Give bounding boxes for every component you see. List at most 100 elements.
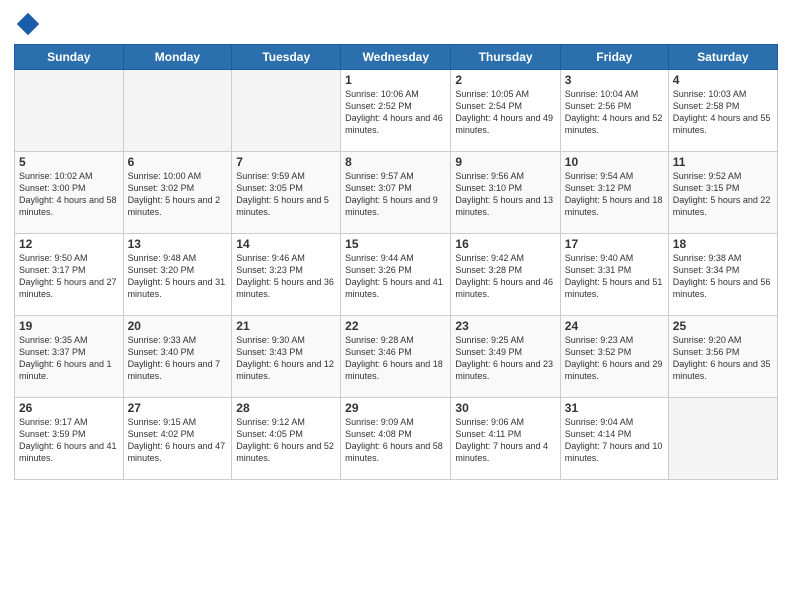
day-content: Sunrise: 9:06 AM Sunset: 4:11 PM Dayligh… xyxy=(455,416,555,465)
calendar-cell: 31Sunrise: 9:04 AM Sunset: 4:14 PM Dayli… xyxy=(560,398,668,480)
day-content: Sunrise: 9:04 AM Sunset: 4:14 PM Dayligh… xyxy=(565,416,664,465)
day-number: 11 xyxy=(673,155,773,169)
day-content: Sunrise: 9:28 AM Sunset: 3:46 PM Dayligh… xyxy=(345,334,446,383)
day-number: 27 xyxy=(128,401,228,415)
day-number: 20 xyxy=(128,319,228,333)
day-content: Sunrise: 9:54 AM Sunset: 3:12 PM Dayligh… xyxy=(565,170,664,219)
calendar-cell: 8Sunrise: 9:57 AM Sunset: 3:07 PM Daylig… xyxy=(341,152,451,234)
calendar-cell: 3Sunrise: 10:04 AM Sunset: 2:56 PM Dayli… xyxy=(560,70,668,152)
day-number: 13 xyxy=(128,237,228,251)
day-content: Sunrise: 9:59 AM Sunset: 3:05 PM Dayligh… xyxy=(236,170,336,219)
calendar-week-row: 5Sunrise: 10:02 AM Sunset: 3:00 PM Dayli… xyxy=(15,152,778,234)
day-number: 22 xyxy=(345,319,446,333)
day-number: 28 xyxy=(236,401,336,415)
calendar-cell: 28Sunrise: 9:12 AM Sunset: 4:05 PM Dayli… xyxy=(232,398,341,480)
calendar-header-row: SundayMondayTuesdayWednesdayThursdayFrid… xyxy=(15,45,778,70)
calendar-cell: 16Sunrise: 9:42 AM Sunset: 3:28 PM Dayli… xyxy=(451,234,560,316)
calendar-cell: 10Sunrise: 9:54 AM Sunset: 3:12 PM Dayli… xyxy=(560,152,668,234)
day-content: Sunrise: 9:20 AM Sunset: 3:56 PM Dayligh… xyxy=(673,334,773,383)
calendar-week-row: 1Sunrise: 10:06 AM Sunset: 2:52 PM Dayli… xyxy=(15,70,778,152)
day-number: 6 xyxy=(128,155,228,169)
day-number: 26 xyxy=(19,401,119,415)
day-content: Sunrise: 9:12 AM Sunset: 4:05 PM Dayligh… xyxy=(236,416,336,465)
day-number: 3 xyxy=(565,73,664,87)
day-content: Sunrise: 9:15 AM Sunset: 4:02 PM Dayligh… xyxy=(128,416,228,465)
day-number: 1 xyxy=(345,73,446,87)
calendar-day-header: Monday xyxy=(123,45,232,70)
calendar-cell xyxy=(15,70,124,152)
calendar-day-header: Tuesday xyxy=(232,45,341,70)
calendar-cell: 24Sunrise: 9:23 AM Sunset: 3:52 PM Dayli… xyxy=(560,316,668,398)
day-content: Sunrise: 9:25 AM Sunset: 3:49 PM Dayligh… xyxy=(455,334,555,383)
day-content: Sunrise: 9:30 AM Sunset: 3:43 PM Dayligh… xyxy=(236,334,336,383)
calendar-cell: 11Sunrise: 9:52 AM Sunset: 3:15 PM Dayli… xyxy=(668,152,777,234)
day-content: Sunrise: 9:50 AM Sunset: 3:17 PM Dayligh… xyxy=(19,252,119,301)
calendar-cell: 23Sunrise: 9:25 AM Sunset: 3:49 PM Dayli… xyxy=(451,316,560,398)
calendar-week-row: 12Sunrise: 9:50 AM Sunset: 3:17 PM Dayli… xyxy=(15,234,778,316)
page: SundayMondayTuesdayWednesdayThursdayFrid… xyxy=(0,0,792,612)
day-content: Sunrise: 10:05 AM Sunset: 2:54 PM Daylig… xyxy=(455,88,555,137)
calendar-day-header: Friday xyxy=(560,45,668,70)
day-content: Sunrise: 9:40 AM Sunset: 3:31 PM Dayligh… xyxy=(565,252,664,301)
calendar-cell: 5Sunrise: 10:02 AM Sunset: 3:00 PM Dayli… xyxy=(15,152,124,234)
calendar-cell: 7Sunrise: 9:59 AM Sunset: 3:05 PM Daylig… xyxy=(232,152,341,234)
day-number: 2 xyxy=(455,73,555,87)
calendar-cell: 6Sunrise: 10:00 AM Sunset: 3:02 PM Dayli… xyxy=(123,152,232,234)
calendar-cell: 19Sunrise: 9:35 AM Sunset: 3:37 PM Dayli… xyxy=(15,316,124,398)
day-number: 25 xyxy=(673,319,773,333)
calendar-cell: 17Sunrise: 9:40 AM Sunset: 3:31 PM Dayli… xyxy=(560,234,668,316)
day-content: Sunrise: 9:38 AM Sunset: 3:34 PM Dayligh… xyxy=(673,252,773,301)
day-content: Sunrise: 10:06 AM Sunset: 2:52 PM Daylig… xyxy=(345,88,446,137)
day-content: Sunrise: 9:56 AM Sunset: 3:10 PM Dayligh… xyxy=(455,170,555,219)
day-content: Sunrise: 9:17 AM Sunset: 3:59 PM Dayligh… xyxy=(19,416,119,465)
day-number: 16 xyxy=(455,237,555,251)
day-number: 30 xyxy=(455,401,555,415)
calendar-cell: 1Sunrise: 10:06 AM Sunset: 2:52 PM Dayli… xyxy=(341,70,451,152)
calendar-cell: 21Sunrise: 9:30 AM Sunset: 3:43 PM Dayli… xyxy=(232,316,341,398)
calendar-day-header: Sunday xyxy=(15,45,124,70)
calendar-cell: 4Sunrise: 10:03 AM Sunset: 2:58 PM Dayli… xyxy=(668,70,777,152)
day-number: 15 xyxy=(345,237,446,251)
day-content: Sunrise: 9:42 AM Sunset: 3:28 PM Dayligh… xyxy=(455,252,555,301)
day-content: Sunrise: 9:57 AM Sunset: 3:07 PM Dayligh… xyxy=(345,170,446,219)
calendar-day-header: Thursday xyxy=(451,45,560,70)
day-number: 24 xyxy=(565,319,664,333)
day-content: Sunrise: 10:04 AM Sunset: 2:56 PM Daylig… xyxy=(565,88,664,137)
calendar-cell: 18Sunrise: 9:38 AM Sunset: 3:34 PM Dayli… xyxy=(668,234,777,316)
calendar-cell: 26Sunrise: 9:17 AM Sunset: 3:59 PM Dayli… xyxy=(15,398,124,480)
calendar-cell: 30Sunrise: 9:06 AM Sunset: 4:11 PM Dayli… xyxy=(451,398,560,480)
day-number: 29 xyxy=(345,401,446,415)
calendar-cell xyxy=(232,70,341,152)
day-number: 10 xyxy=(565,155,664,169)
day-number: 4 xyxy=(673,73,773,87)
calendar-week-row: 19Sunrise: 9:35 AM Sunset: 3:37 PM Dayli… xyxy=(15,316,778,398)
header xyxy=(14,10,778,38)
day-number: 12 xyxy=(19,237,119,251)
day-number: 19 xyxy=(19,319,119,333)
logo-area xyxy=(14,10,44,38)
calendar-cell xyxy=(123,70,232,152)
day-content: Sunrise: 9:44 AM Sunset: 3:26 PM Dayligh… xyxy=(345,252,446,301)
day-number: 14 xyxy=(236,237,336,251)
day-number: 17 xyxy=(565,237,664,251)
calendar-cell: 15Sunrise: 9:44 AM Sunset: 3:26 PM Dayli… xyxy=(341,234,451,316)
calendar-cell: 27Sunrise: 9:15 AM Sunset: 4:02 PM Dayli… xyxy=(123,398,232,480)
calendar-cell: 2Sunrise: 10:05 AM Sunset: 2:54 PM Dayli… xyxy=(451,70,560,152)
day-number: 8 xyxy=(345,155,446,169)
day-content: Sunrise: 9:23 AM Sunset: 3:52 PM Dayligh… xyxy=(565,334,664,383)
calendar-cell: 14Sunrise: 9:46 AM Sunset: 3:23 PM Dayli… xyxy=(232,234,341,316)
day-number: 7 xyxy=(236,155,336,169)
calendar-day-header: Wednesday xyxy=(341,45,451,70)
day-content: Sunrise: 10:03 AM Sunset: 2:58 PM Daylig… xyxy=(673,88,773,137)
calendar-cell: 22Sunrise: 9:28 AM Sunset: 3:46 PM Dayli… xyxy=(341,316,451,398)
calendar-cell: 25Sunrise: 9:20 AM Sunset: 3:56 PM Dayli… xyxy=(668,316,777,398)
calendar-day-header: Saturday xyxy=(668,45,777,70)
calendar-cell xyxy=(668,398,777,480)
calendar-cell: 20Sunrise: 9:33 AM Sunset: 3:40 PM Dayli… xyxy=(123,316,232,398)
day-number: 23 xyxy=(455,319,555,333)
day-number: 18 xyxy=(673,237,773,251)
day-content: Sunrise: 9:52 AM Sunset: 3:15 PM Dayligh… xyxy=(673,170,773,219)
calendar-table: SundayMondayTuesdayWednesdayThursdayFrid… xyxy=(14,44,778,480)
calendar-cell: 13Sunrise: 9:48 AM Sunset: 3:20 PM Dayli… xyxy=(123,234,232,316)
day-content: Sunrise: 9:46 AM Sunset: 3:23 PM Dayligh… xyxy=(236,252,336,301)
